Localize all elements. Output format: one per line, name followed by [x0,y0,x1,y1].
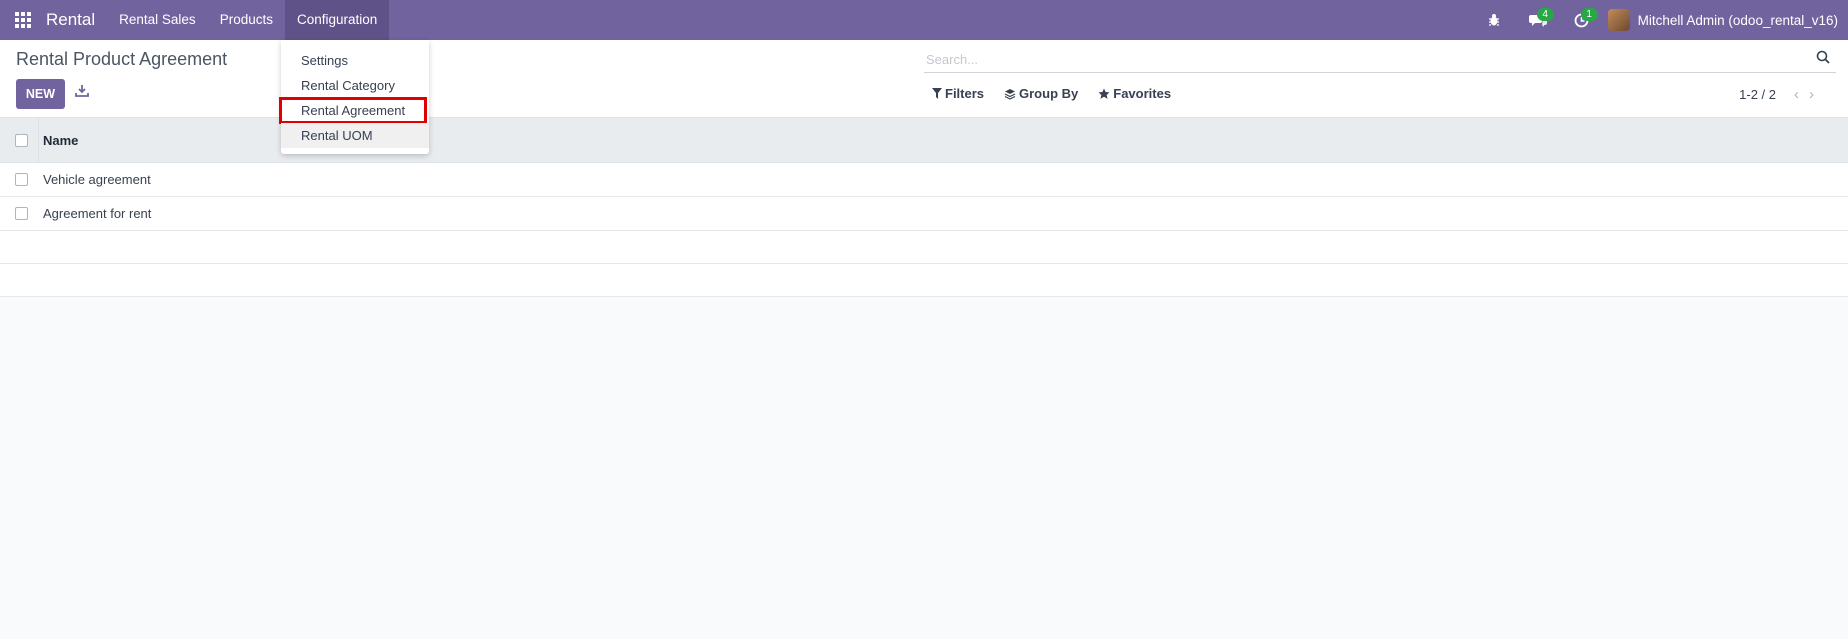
menu-item-rental-uom[interactable]: Rental UOM [281,123,429,148]
chat-badge: 4 [1536,8,1554,21]
favorites-label: Favorites [1113,86,1172,101]
chevron-right-icon[interactable]: › [1809,86,1814,103]
search-icon[interactable] [1816,50,1832,66]
search-input[interactable] [924,46,1808,72]
configuration-dropdown: Settings Rental Category Rental Agreemen… [279,40,429,154]
systray: 4 1 Mitchell Admin (odoo_rental_v16) [1472,0,1848,40]
list-header: Name [0,118,1848,163]
column-divider [38,118,39,163]
chat-icon[interactable]: 4 [1516,0,1560,40]
new-button[interactable]: NEW [16,79,65,109]
menu-item-rental-agreement[interactable]: Rental Agreement [279,97,429,124]
column-header-name[interactable]: Name [43,133,78,148]
menu-configuration[interactable]: Configuration [284,0,390,40]
select-all-checkbox[interactable] [15,134,28,147]
menu-item-rental-category[interactable]: Rental Category [281,73,429,98]
filters-button[interactable]: Filters [932,86,984,101]
menu-products[interactable]: Products [208,0,285,40]
filters-label: Filters [945,86,985,101]
pager: 1-2 / 2 ‹ › [1739,86,1814,103]
user-name: Mitchell Admin (odoo_rental_v16) [1637,12,1838,28]
search-options: Filters Group By Favorites [932,86,1171,101]
apps-grid-icon[interactable] [0,0,46,40]
activity-clock-icon[interactable]: 1 [1560,0,1604,40]
row-name: Vehicle agreement [43,172,151,187]
table-row[interactable]: Vehicle agreement [0,163,1848,197]
row-checkbox[interactable] [15,173,28,186]
download-icon[interactable] [75,84,91,100]
empty-row [0,231,1848,264]
app-brand[interactable]: Rental [46,0,107,40]
layers-icon [1004,88,1016,100]
group-by-button[interactable]: Group By [1004,86,1078,101]
avatar [1607,9,1630,31]
group-by-label: Group By [1019,86,1079,101]
row-name: Agreement for rent [43,206,152,221]
empty-row [0,264,1848,297]
table-row[interactable]: Agreement for rent [0,197,1848,231]
search-bar [924,46,1836,73]
chevron-left-icon[interactable]: ‹ [1794,86,1799,103]
row-checkbox[interactable] [15,207,28,220]
activity-badge: 1 [1580,8,1598,21]
bug-icon[interactable] [1472,0,1516,40]
favorites-button[interactable]: Favorites [1098,86,1171,101]
pager-value[interactable]: 1-2 / 2 [1739,87,1776,102]
user-menu[interactable]: Mitchell Admin (odoo_rental_v16) [1604,9,1848,31]
menu-item-settings[interactable]: Settings [281,48,429,73]
filter-icon [932,88,942,99]
page-title: Rental Product Agreement [16,49,228,69]
star-icon [1098,88,1110,99]
control-panel: Rental Product Agreement NEW Filters Gro… [0,40,1848,118]
menu-rental-sales[interactable]: Rental Sales [107,0,208,40]
top-navbar: Rental Rental Sales Products Configurati… [0,0,1848,40]
